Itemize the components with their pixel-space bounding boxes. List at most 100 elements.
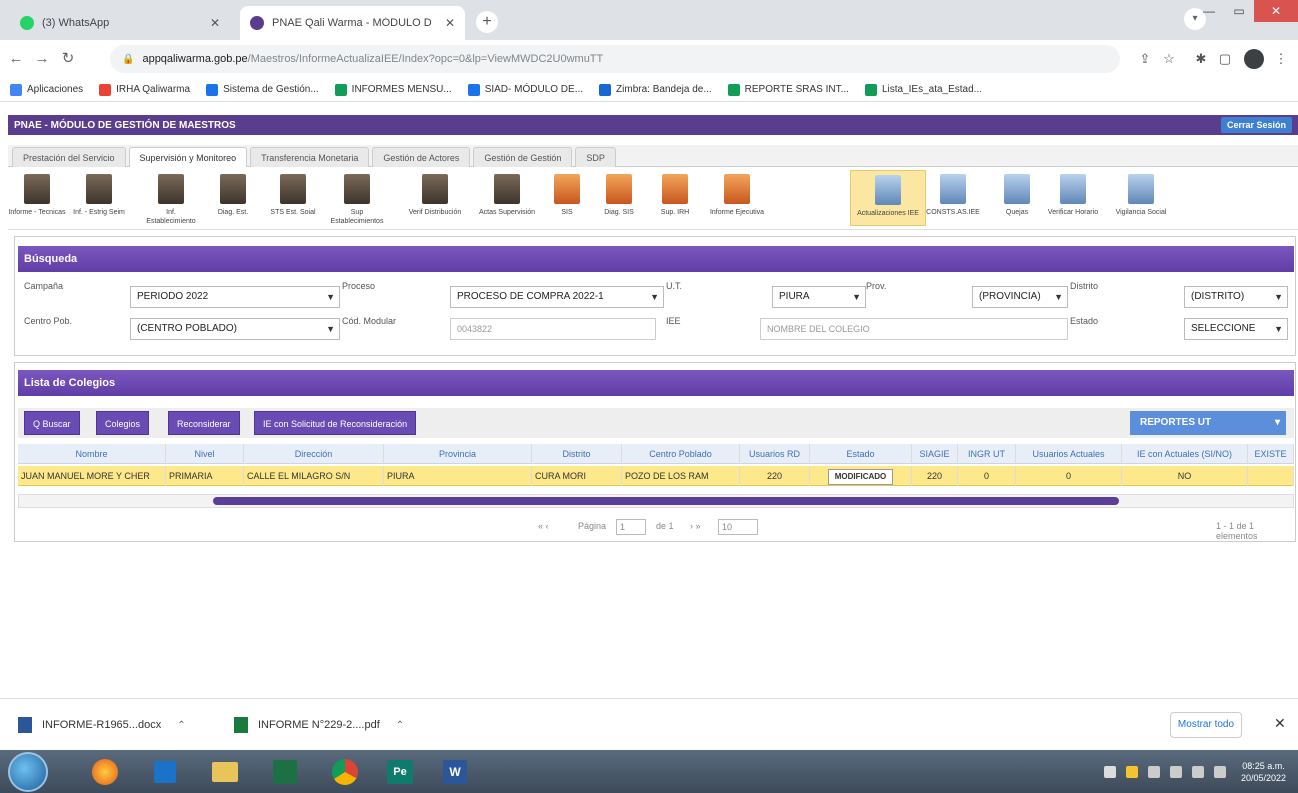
- scrollbar-thumb[interactable]: [213, 497, 1119, 505]
- firefox-icon[interactable]: [80, 754, 130, 790]
- col-usuarios-rd[interactable]: Usuarios RD: [740, 444, 810, 464]
- tab-prestacion[interactable]: Prestación del Servicio: [12, 147, 126, 167]
- tool-diag-est[interactable]: Diag. Est.: [204, 170, 262, 226]
- chevron-up-icon[interactable]: [1103, 765, 1116, 778]
- chevron-up-icon[interactable]: ⌃: [396, 720, 404, 731]
- buscar-button[interactable]: Q Buscar: [24, 411, 80, 435]
- distrito-select[interactable]: (DISTRITO) ▼: [1184, 286, 1288, 308]
- centro-poblado-select[interactable]: (CENTRO POBLADO) ▼: [130, 318, 340, 340]
- tool-informe-tecnicas[interactable]: Informe - Tecnicas: [8, 170, 66, 226]
- tab-supervision[interactable]: Supervisión y Monitoreo: [128, 147, 248, 167]
- col-centro-poblado[interactable]: Centro Poblado: [622, 444, 740, 464]
- ut-select[interactable]: PIURA ▼: [772, 286, 866, 308]
- close-tab-icon[interactable]: ✕: [445, 16, 455, 30]
- col-siagie[interactable]: SIAGIE: [912, 444, 958, 464]
- address-bar[interactable]: 🔒 appqaliwarma.gob.pe /Maestros/InformeA…: [110, 45, 1120, 73]
- logout-button[interactable]: Cerrar Sesión: [1220, 117, 1292, 133]
- bookmark-item[interactable]: Aplicaciones: [10, 83, 83, 96]
- start-button[interactable]: [8, 752, 48, 792]
- table-row[interactable]: JUAN MANUEL MORE Y CHER PRIMARIA CALLE E…: [18, 466, 1294, 486]
- pager-size-select[interactable]: 10: [718, 519, 758, 535]
- tool-sup-establecimientos[interactable]: Sup Establecimientos: [328, 170, 386, 226]
- bookmark-item[interactable]: INFORMES MENSU...: [334, 83, 452, 96]
- col-distrito[interactable]: Distrito: [532, 444, 622, 464]
- forward-icon[interactable]: →: [32, 49, 52, 69]
- bookmark-item[interactable]: IRHA Qaliwarma: [99, 83, 190, 96]
- powerpoint-icon[interactable]: Pe: [375, 754, 425, 790]
- proceso-select[interactable]: PROCESO DE COMPRA 2022-1 ▼: [450, 286, 664, 308]
- minimize-icon[interactable]: —: [1194, 0, 1224, 22]
- menu-icon[interactable]: ⋮: [1272, 50, 1290, 68]
- status-badge[interactable]: MODIFICADO: [827, 469, 894, 485]
- maximize-icon[interactable]: ▭: [1224, 0, 1254, 22]
- tab-whatsapp[interactable]: (3) WhatsApp ✕: [10, 6, 230, 40]
- share-icon[interactable]: ⇪: [1136, 50, 1154, 68]
- bookmark-item[interactable]: Sistema de Gestión...: [206, 83, 319, 96]
- battery-icon[interactable]: [1213, 765, 1226, 778]
- col-nombre[interactable]: Nombre: [18, 444, 166, 464]
- table-horizontal-scrollbar[interactable]: [18, 494, 1294, 508]
- word-icon[interactable]: W: [430, 754, 480, 790]
- clock[interactable]: 08:25 a.m. 20/05/2022: [1241, 760, 1286, 784]
- pager-prev[interactable]: « ‹: [538, 521, 549, 531]
- col-existe[interactable]: EXISTE: [1248, 444, 1294, 464]
- tool-verificar-horario[interactable]: Verificar Horario: [1044, 170, 1102, 226]
- tool-inf-establecimiento[interactable]: Inf. Establecimiento: [142, 170, 200, 226]
- download-item[interactable]: INFORME N°229-2....pdf ⌃: [234, 712, 404, 738]
- notification-icon[interactable]: [1125, 765, 1138, 778]
- reload-icon[interactable]: ↻: [58, 49, 78, 69]
- tool-sts-est[interactable]: STS Est. Soial: [264, 170, 322, 226]
- show-all-downloads-button[interactable]: Mostrar todo: [1170, 712, 1242, 738]
- tool-vigilancia-social[interactable]: Vigilancia Social: [1112, 170, 1170, 226]
- tab-transferencia[interactable]: Transferencia Monetaria: [250, 147, 370, 167]
- tool-sis[interactable]: SIS: [538, 170, 596, 226]
- bookmark-item[interactable]: REPORTE SRAS INT...: [727, 83, 849, 96]
- excel-icon[interactable]: [260, 754, 310, 790]
- bookmark-item[interactable]: Zimbra: Bandeja de...: [599, 83, 712, 96]
- network-icon[interactable]: [1147, 765, 1160, 778]
- tool-inf-estrig[interactable]: Inf. - Estrig Seim: [70, 170, 128, 226]
- tool-actas-supervision[interactable]: Actas Supervisión: [478, 170, 536, 226]
- pager-page-input[interactable]: 1: [616, 519, 646, 535]
- col-provincia[interactable]: Provincia: [384, 444, 532, 464]
- campana-select[interactable]: PERIODO 2022 ▼: [130, 286, 340, 308]
- colegios-button[interactable]: Colegios: [96, 411, 150, 435]
- back-icon[interactable]: ←: [6, 49, 26, 69]
- extensions-icon[interactable]: ✱: [1192, 50, 1210, 68]
- col-direccion[interactable]: Dirección: [244, 444, 384, 464]
- chrome-icon[interactable]: [320, 754, 370, 790]
- tool-sup-irh[interactable]: Sup. IRH: [646, 170, 704, 226]
- volume-icon[interactable]: [1191, 765, 1204, 778]
- tab-sdp[interactable]: SDP: [575, 147, 616, 167]
- iee-name-input[interactable]: NOMBRE DEL COLEGIO: [760, 318, 1068, 340]
- new-tab-button[interactable]: +: [476, 11, 498, 33]
- close-icon[interactable]: ✕: [1274, 715, 1286, 732]
- avatar[interactable]: [1244, 49, 1264, 69]
- close-tab-icon[interactable]: ✕: [210, 16, 220, 30]
- outlook-icon[interactable]: [140, 754, 190, 790]
- tool-diag-sis[interactable]: Diag. SIS: [590, 170, 648, 226]
- chevron-up-icon[interactable]: ⌃: [177, 720, 185, 731]
- download-item[interactable]: INFORME-R1965...docx ⌃: [18, 712, 186, 738]
- tool-actualizaciones-iee[interactable]: Actualizaciones IEE: [850, 170, 926, 226]
- col-estado[interactable]: Estado: [810, 444, 912, 464]
- tool-quejas[interactable]: Quejas: [988, 170, 1046, 226]
- col-ie-actuales[interactable]: IE con Actuales (SI/NO): [1122, 444, 1248, 464]
- tool-consts-iee[interactable]: CONSTS.AS.IEE: [924, 170, 982, 226]
- tool-informe-ejecutiva[interactable]: Informe Ejecutiva: [708, 170, 766, 226]
- col-usuarios-actuales[interactable]: Usuarios Actuales: [1016, 444, 1122, 464]
- bookmark-item[interactable]: SIAD- MÓDULO DE...: [467, 83, 583, 96]
- estado-select[interactable]: SELECCIONE ▼: [1184, 318, 1288, 340]
- reconsiderar-button[interactable]: Reconsiderar: [168, 411, 240, 435]
- reading-list-icon[interactable]: ▢: [1216, 50, 1234, 68]
- tab-gestion[interactable]: Gestión de Gestión: [473, 147, 573, 167]
- tab-qaliwarma[interactable]: PNAE Qali Warma - MÓDULO D ✕: [240, 6, 465, 40]
- cod-modular-input[interactable]: 0043822: [450, 318, 656, 340]
- bookmark-item[interactable]: Lista_IEs_ata_Estad...: [864, 83, 982, 96]
- tab-actores[interactable]: Gestión de Actores: [372, 147, 471, 167]
- ie-solicitud-button[interactable]: IE con Solicitud de Reconsideración: [254, 411, 417, 435]
- col-ingr-ut[interactable]: INGR UT: [958, 444, 1016, 464]
- bookmark-star-icon[interactable]: ☆: [1160, 50, 1178, 68]
- close-window-icon[interactable]: ✕: [1254, 0, 1298, 22]
- reportes-ut-dropdown[interactable]: REPORTES UT ▾: [1130, 411, 1286, 435]
